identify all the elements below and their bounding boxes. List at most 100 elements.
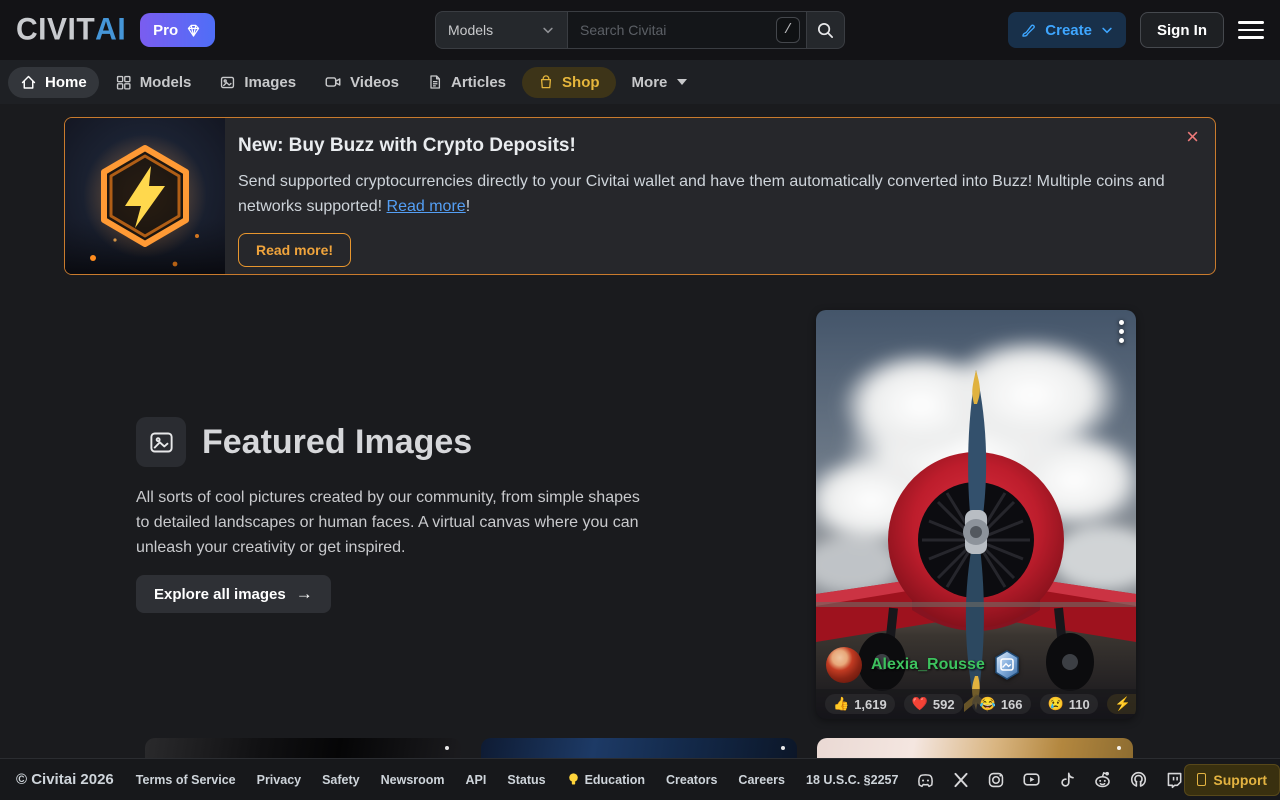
explore-label: Explore all images <box>154 586 286 603</box>
featured-badge-icon <box>994 650 1020 680</box>
nav-item-videos[interactable]: Videos <box>312 66 411 98</box>
image-icon <box>148 429 175 456</box>
reaction-count: 110 <box>1069 697 1090 712</box>
support-label: Support <box>1213 772 1267 788</box>
username-link[interactable]: Alexia_Rousse <box>871 656 985 674</box>
sign-in-label: Sign In <box>1157 22 1207 39</box>
civitai-logo[interactable]: CIVITAI <box>16 13 126 47</box>
card-options-menu-icon[interactable] <box>1119 320 1124 343</box>
nav-item-models[interactable]: Models <box>103 67 204 98</box>
chevron-down-icon <box>541 23 555 37</box>
footer-link-status[interactable]: Status <box>507 773 545 787</box>
sign-in-button[interactable]: Sign In <box>1140 12 1224 48</box>
banner-body: Send supported cryptocurrencies directly… <box>238 169 1178 219</box>
heart-icon: ❤️ <box>912 696 928 712</box>
x-twitter-icon[interactable] <box>951 770 971 790</box>
search-button[interactable] <box>807 11 845 49</box>
grid-icon <box>115 74 132 91</box>
lightbulb-icon <box>567 772 580 787</box>
reaction-buzz[interactable]: ⚡ 140 <box>1107 694 1136 714</box>
search-category-select[interactable]: Models <box>435 11 567 49</box>
search-input[interactable] <box>580 22 776 38</box>
close-icon[interactable]: × <box>1186 127 1199 147</box>
read-more-button[interactable]: Read more! <box>238 233 351 267</box>
nav-item-home[interactable]: Home <box>8 67 99 98</box>
logo-text-ai: AI <box>95 12 126 48</box>
nav-item-more[interactable]: More <box>620 67 700 98</box>
shopping-bag-icon <box>538 74 554 90</box>
featured-image-card[interactable]: Alexia_Rousse 👍 1,619 ❤️ 592 <box>816 310 1136 719</box>
reaction-thumbs-up[interactable]: 👍 1,619 <box>825 694 895 714</box>
zap-icon: ⚡ <box>1115 696 1131 712</box>
app-header: CIVITAI Pro Models / Create <box>0 0 1280 60</box>
cry-icon: 😢 <box>1048 696 1064 712</box>
search-icon <box>816 21 835 40</box>
main-content: New: Buy Buzz with Crypto Deposits! Send… <box>0 104 1280 758</box>
tiktok-icon[interactable] <box>1057 770 1077 790</box>
youtube-icon[interactable] <box>1021 769 1042 790</box>
reddit-icon[interactable] <box>1092 769 1113 790</box>
image-card-partial[interactable] <box>817 738 1133 758</box>
nav-item-shop[interactable]: Shop <box>522 67 616 98</box>
image-icon <box>219 74 236 91</box>
footer-link-creators[interactable]: Creators <box>666 773 717 787</box>
image-card-partial[interactable] <box>145 738 461 758</box>
instagram-icon[interactable] <box>986 770 1006 790</box>
explore-all-images-button[interactable]: Explore all images → <box>136 575 331 613</box>
reaction-heart[interactable]: ❤️ 592 <box>904 694 963 714</box>
banner-content: New: Buy Buzz with Crypto Deposits! Send… <box>225 118 1215 274</box>
card-options-menu-icon <box>445 746 449 750</box>
support-icon <box>1197 773 1206 786</box>
brush-icon <box>1020 22 1037 39</box>
nav-label-home: Home <box>45 74 87 91</box>
reaction-cry[interactable]: 😢 110 <box>1040 694 1098 714</box>
banner-body-punct: ! <box>466 198 470 215</box>
arrow-right-icon: → <box>296 584 313 604</box>
footer-link-privacy[interactable]: Privacy <box>257 773 301 787</box>
user-avatar[interactable] <box>826 647 862 683</box>
footer-link-newsroom[interactable]: Newsroom <box>381 773 445 787</box>
home-icon <box>20 74 37 91</box>
copyright-text: © Civitai 2026 <box>16 771 114 788</box>
nav-label-articles: Articles <box>451 74 506 91</box>
banner-title: New: Buy Buzz with Crypto Deposits! <box>238 135 1215 157</box>
section-description: All sorts of cool pictures created by ou… <box>136 485 652 560</box>
civitai-homepage: CIVITAI Pro Models / Create <box>0 0 1280 800</box>
nav-label-videos: Videos <box>350 74 399 91</box>
support-button[interactable]: Support <box>1184 764 1280 796</box>
reaction-count: 1,619 <box>854 697 887 712</box>
featured-images-icon-tile <box>136 417 186 467</box>
footer-link-education[interactable]: Education <box>567 772 645 787</box>
footer-link-api[interactable]: API <box>466 773 487 787</box>
diamond-icon <box>185 22 202 39</box>
image-card-partial[interactable] <box>481 738 797 758</box>
footer-link-safety[interactable]: Safety <box>322 773 360 787</box>
footer-link-careers[interactable]: Careers <box>738 773 785 787</box>
video-icon <box>324 73 342 91</box>
logo-text-civit: CIVIT <box>16 12 95 48</box>
nav-label-more: More <box>632 74 668 91</box>
create-button[interactable]: Create <box>1008 12 1126 48</box>
read-more-link[interactable]: Read more <box>387 198 466 215</box>
reaction-bar: 👍 1,619 ❤️ 592 😂 166 😢 110 ⚡ 140 <box>816 689 1136 719</box>
nav-label-shop: Shop <box>562 74 600 91</box>
footer-links: Terms of Service Privacy Safety Newsroom… <box>136 772 899 787</box>
card-options-menu-icon <box>781 746 785 750</box>
reaction-count: 166 <box>1001 697 1023 712</box>
pro-badge-button[interactable]: Pro <box>140 13 215 47</box>
thumbs-up-icon: 👍 <box>833 696 849 712</box>
nav-item-articles[interactable]: Articles <box>415 67 518 98</box>
header-actions: Create Sign In <box>1008 12 1264 48</box>
twitch-icon[interactable] <box>1164 770 1184 790</box>
nav-item-images[interactable]: Images <box>207 67 308 98</box>
footer-link-2257[interactable]: 18 U.S.C. §2257 <box>806 773 898 787</box>
card-user-row: Alexia_Rousse <box>826 647 1020 683</box>
primary-nav: Home Models Images Videos Articles Shop … <box>0 60 1280 104</box>
footer-link-terms[interactable]: Terms of Service <box>136 773 236 787</box>
buzz-crypto-illustration <box>65 118 225 274</box>
caret-down-icon <box>677 79 687 85</box>
reaction-laugh[interactable]: 😂 166 <box>972 694 1031 714</box>
hamburger-menu-icon[interactable] <box>1238 21 1264 39</box>
discord-icon[interactable] <box>915 769 936 790</box>
github-icon[interactable] <box>1128 769 1149 790</box>
